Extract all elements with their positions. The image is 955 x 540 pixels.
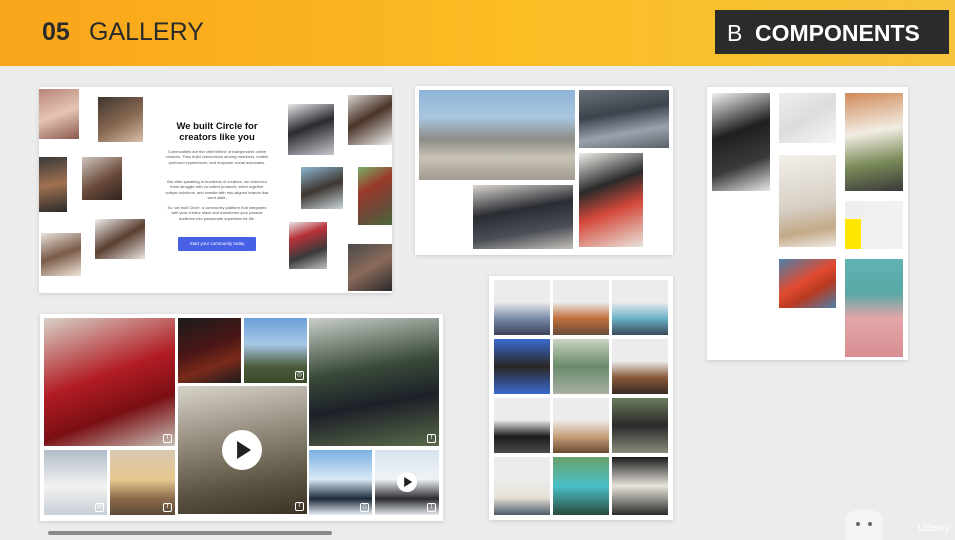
photo[interactable] <box>494 339 550 394</box>
horizontal-scrollbar[interactable] <box>48 531 332 535</box>
photo[interactable] <box>845 219 861 249</box>
facebook-icon: f <box>163 434 172 443</box>
photo <box>289 222 327 269</box>
photo <box>288 104 334 155</box>
play-icon[interactable] <box>397 472 417 492</box>
badge-letter: B <box>727 20 743 46</box>
video-thumbnail[interactable]: f <box>375 450 439 515</box>
photo[interactable] <box>845 93 903 191</box>
mascot-eye <box>856 522 860 526</box>
photo[interactable] <box>473 185 573 249</box>
facebook-icon: f <box>163 503 172 512</box>
section-number: 05 <box>42 18 70 46</box>
hero-paragraph: So, we built Circle: a community platfor… <box>167 205 267 221</box>
gallery-video-card: f ◎ f f ◎ f ◎ f <box>40 314 443 521</box>
facebook-icon: f <box>427 434 436 443</box>
photo[interactable] <box>419 90 575 180</box>
instagram-icon: ◎ <box>360 503 369 512</box>
photo[interactable]: ◎ <box>44 450 107 515</box>
photo <box>348 244 392 291</box>
mascot-icon <box>845 510 883 540</box>
photo[interactable]: ◎ <box>244 318 307 383</box>
photo[interactable] <box>612 339 668 394</box>
photo[interactable] <box>553 339 609 394</box>
photo[interactable] <box>494 457 550 515</box>
photo[interactable] <box>579 153 643 247</box>
photo <box>95 219 145 259</box>
photo <box>41 233 81 276</box>
video-thumbnail[interactable]: f <box>178 386 307 514</box>
photo[interactable] <box>612 280 668 335</box>
top-banner: 05 GALLERY B COMPONENTS <box>0 0 955 66</box>
photo[interactable] <box>494 280 550 335</box>
play-icon[interactable] <box>222 430 262 470</box>
photo[interactable] <box>612 457 668 515</box>
instagram-icon: ◎ <box>95 503 104 512</box>
mascot-eye <box>868 522 872 526</box>
photo[interactable] <box>612 398 668 453</box>
section-title: GALLERY <box>89 18 204 46</box>
photo[interactable] <box>494 398 550 453</box>
hero-paragraph: Communities are the chief lifeline of in… <box>165 149 269 165</box>
photo[interactable] <box>779 259 836 308</box>
cta-button[interactable]: Start your community today <box>178 237 256 251</box>
photo <box>301 167 343 209</box>
photo[interactable] <box>579 90 669 148</box>
hero-title: We built Circle for creators like you <box>176 121 258 144</box>
photo[interactable]: f <box>110 450 175 515</box>
gallery-team-grid-card <box>489 276 673 520</box>
photo[interactable] <box>553 280 609 335</box>
photo <box>39 157 67 212</box>
components-badge: B COMPONENTS <box>715 10 949 54</box>
photo[interactable] <box>178 318 241 383</box>
hero-paragraph: But after speaking to hundreds of creato… <box>165 179 269 201</box>
photo[interactable] <box>553 398 609 453</box>
photo[interactable]: f <box>309 318 439 446</box>
instagram-icon: ◎ <box>295 371 304 380</box>
gallery-hero-card: We built Circle for creators like you Co… <box>39 87 392 293</box>
gallery-office-card <box>415 86 673 255</box>
photo <box>39 89 79 139</box>
photo[interactable] <box>845 259 903 357</box>
photo[interactable]: ◎ <box>309 450 372 515</box>
photo[interactable]: f <box>44 318 175 446</box>
facebook-icon: f <box>427 503 436 512</box>
photo <box>82 157 122 200</box>
photo[interactable] <box>779 93 836 143</box>
udemy-watermark: Udemy <box>918 523 950 534</box>
photo <box>358 167 392 225</box>
badge-label: COMPONENTS <box>755 20 920 46</box>
photo[interactable] <box>779 155 836 247</box>
photo <box>98 97 143 142</box>
photo[interactable] <box>553 457 609 515</box>
photo <box>348 95 392 145</box>
gallery-masonry-card <box>707 87 908 360</box>
photo[interactable] <box>712 93 770 191</box>
facebook-icon: f <box>295 502 304 511</box>
